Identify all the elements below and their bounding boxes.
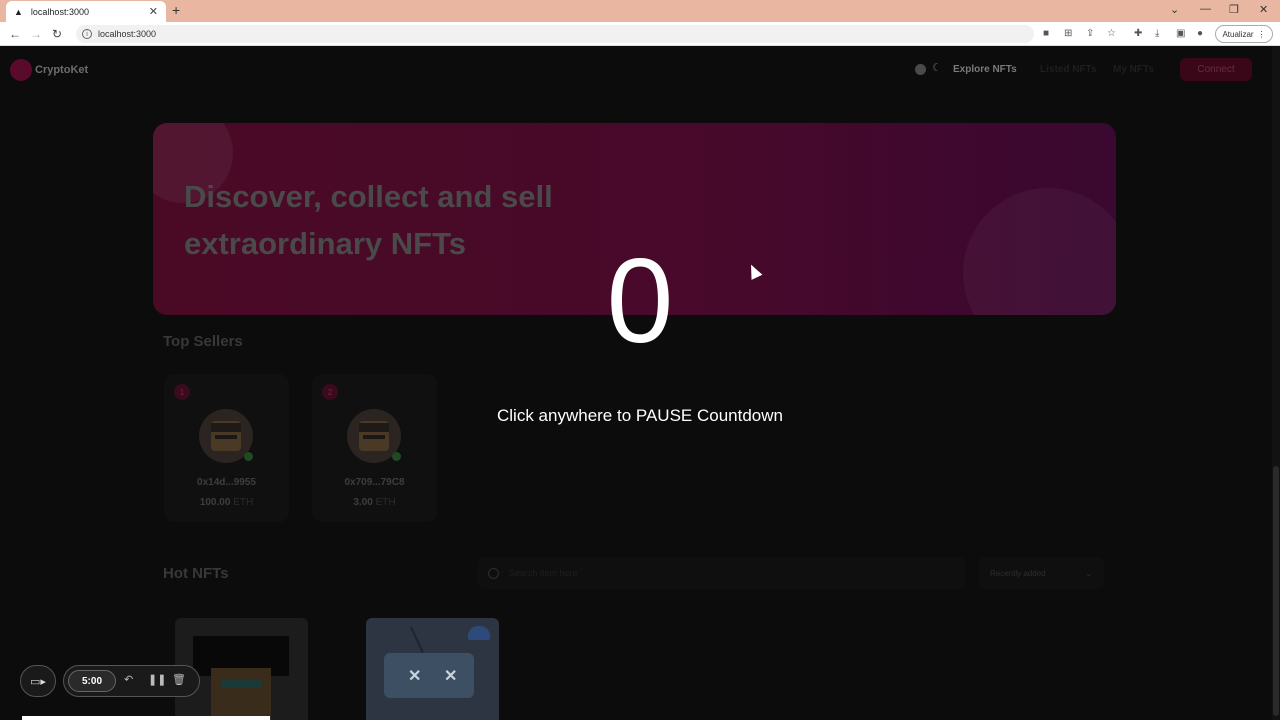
warning-icon: ▲ xyxy=(14,6,23,17)
forward-icon[interactable]: → xyxy=(30,27,42,41)
sidepanel-icon[interactable]: ▣ xyxy=(1176,28,1185,39)
browser-tab-bar: ▲ localhost:3000 ✕ + ⌄ — ❐ ✕ xyxy=(0,0,1280,22)
camera-icon[interactable]: ■ xyxy=(1043,28,1049,39)
countdown-number: 0 xyxy=(606,234,674,368)
countdown-overlay[interactable]: 0 Click anywhere to PAUSE Countdown xyxy=(0,46,1280,720)
recorder-controls: 5:00 ↶ ❚❚ 🗑 xyxy=(63,665,200,697)
tab-search-icon[interactable]: ⌄ xyxy=(1170,3,1179,16)
download-icon[interactable]: ⤓ xyxy=(1155,28,1159,39)
browser-tab[interactable]: ▲ localhost:3000 ✕ xyxy=(6,1,166,22)
pause-hint: Click anywhere to PAUSE Countdown xyxy=(497,406,783,425)
restore-icon[interactable]: ❐ xyxy=(1229,3,1239,16)
new-tab-button[interactable]: + xyxy=(172,2,180,18)
update-label: Atualizar xyxy=(1222,29,1254,39)
bookmark-star-icon[interactable]: ☆ xyxy=(1107,28,1116,39)
address-bar[interactable]: i localhost:3000 xyxy=(76,25,1034,43)
translate-icon[interactable]: ⊞ xyxy=(1064,28,1072,39)
tab-title: localhost:3000 xyxy=(30,6,89,17)
pause-icon[interactable]: ❚❚ xyxy=(148,673,166,686)
minimize-icon[interactable]: — xyxy=(1200,3,1211,15)
browser-toolbar: ← → ↻ i localhost:3000 ■ ⊞ ⇪ ☆ ✚ ⤓ ▣ ● A… xyxy=(0,22,1280,46)
recording-timer: 5:00 xyxy=(68,670,116,692)
update-button[interactable]: Atualizar ⋮ xyxy=(1215,25,1273,43)
trash-icon[interactable]: 🗑 xyxy=(172,673,186,686)
kebab-menu-icon[interactable]: ⋮ xyxy=(1258,30,1266,39)
camera-toggle-button[interactable]: ▭▸ xyxy=(20,665,56,697)
back-icon[interactable]: ← xyxy=(9,27,21,41)
close-window-icon[interactable]: ✕ xyxy=(1259,3,1268,16)
video-camera-icon: ▭▸ xyxy=(30,675,46,688)
extensions-icon[interactable]: ✚ xyxy=(1134,28,1142,39)
profile-avatar-icon[interactable]: ● xyxy=(1197,28,1203,39)
reload-icon[interactable]: ↻ xyxy=(52,27,62,41)
info-icon[interactable]: i xyxy=(82,29,92,39)
tab-close-icon[interactable]: ✕ xyxy=(149,5,158,18)
undo-icon[interactable]: ↶ xyxy=(124,673,133,686)
url-text: localhost:3000 xyxy=(98,29,157,39)
share-icon[interactable]: ⇪ xyxy=(1086,28,1094,39)
recording-progress-bar xyxy=(22,716,270,720)
